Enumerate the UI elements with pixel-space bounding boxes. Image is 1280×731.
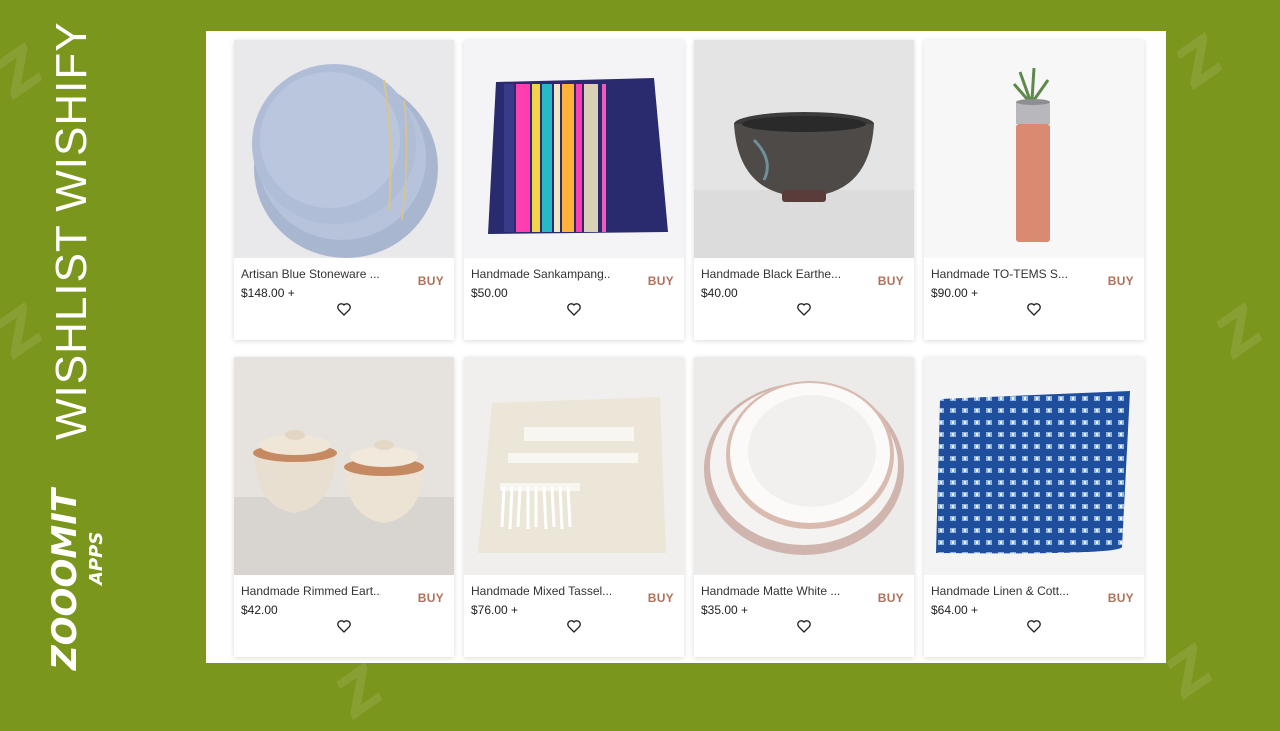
product-grid: Artisan Blue Stoneware ... $148.00 + BUY bbox=[234, 40, 1144, 657]
product-title[interactable]: Handmade Black Earthe... bbox=[701, 267, 841, 281]
buy-button[interactable]: BUY bbox=[1108, 274, 1134, 288]
buy-button[interactable]: BUY bbox=[878, 274, 904, 288]
product-image-tassel-cushion[interactable] bbox=[464, 357, 684, 575]
product-price: $50.00 bbox=[471, 286, 508, 300]
heart-outline-icon[interactable] bbox=[566, 301, 582, 317]
product-price: $42.00 bbox=[241, 603, 278, 617]
product-image-blue-stoneware-plates[interactable] bbox=[234, 40, 454, 258]
product-card[interactable]: Handmade Mixed Tassel... $76.00 + BUY bbox=[464, 357, 684, 657]
product-price: $35.00 + bbox=[701, 603, 749, 617]
product-info: Handmade Mixed Tassel... $76.00 + BUY bbox=[471, 584, 677, 617]
watermark-logo: Z bbox=[1205, 294, 1276, 371]
wishlist-panel: Artisan Blue Stoneware ... $148.00 + BUY bbox=[206, 31, 1166, 663]
product-image-black-earthen-bowl[interactable] bbox=[694, 40, 914, 258]
heart-outline-icon[interactable] bbox=[336, 618, 352, 634]
product-title[interactable]: Handmade Linen & Cott... bbox=[931, 584, 1071, 598]
heart-outline-icon[interactable] bbox=[796, 618, 812, 634]
buy-button[interactable]: BUY bbox=[648, 274, 674, 288]
product-info: Handmade Linen & Cott... $64.00 + BUY bbox=[931, 584, 1137, 617]
product-card[interactable]: Handmade Black Earthe... $40.00 BUY bbox=[694, 40, 914, 340]
product-price: $148.00 + bbox=[241, 286, 295, 300]
product-title[interactable]: Handmade Matte White ... bbox=[701, 584, 841, 598]
product-price: $40.00 bbox=[701, 286, 738, 300]
zooomit-apps-logo: ZOOOMIT APPS bbox=[28, 470, 108, 680]
svg-text:APPS: APPS bbox=[86, 532, 107, 587]
buy-button[interactable]: BUY bbox=[418, 591, 444, 605]
product-card[interactable]: Handmade Linen & Cott... $64.00 + BUY bbox=[924, 357, 1144, 657]
buy-button[interactable]: BUY bbox=[1108, 591, 1134, 605]
product-title[interactable]: Handmade Rimmed Eart... bbox=[241, 584, 381, 598]
product-image-wooden-vase-plant[interactable] bbox=[924, 40, 1144, 258]
product-info: Handmade Black Earthe... $40.00 BUY bbox=[701, 267, 907, 300]
product-card[interactable]: Handmade Matte White ... $35.00 + BUY bbox=[694, 357, 914, 657]
product-title[interactable]: Artisan Blue Stoneware ... bbox=[241, 267, 381, 281]
product-info: Handmade Rimmed Eart... $42.00 BUY bbox=[241, 584, 447, 617]
heart-outline-icon[interactable] bbox=[1026, 301, 1042, 317]
product-price: $90.00 + bbox=[931, 286, 979, 300]
watermark-logo: Z bbox=[325, 654, 396, 731]
product-title[interactable]: Handmade Sankampang... bbox=[471, 267, 611, 281]
buy-button[interactable]: BUY bbox=[878, 591, 904, 605]
product-card[interactable]: Handmade Sankampang... $50.00 BUY bbox=[464, 40, 684, 340]
product-card[interactable]: Handmade TO-TEMS S... $90.00 + BUY bbox=[924, 40, 1144, 340]
svg-text:ZOOOMIT: ZOOOMIT bbox=[45, 486, 85, 671]
product-price: $76.00 + bbox=[471, 603, 519, 617]
product-info: Handmade TO-TEMS S... $90.00 + BUY bbox=[931, 267, 1137, 300]
product-info: Artisan Blue Stoneware ... $148.00 + BUY bbox=[241, 267, 447, 300]
heart-outline-icon[interactable] bbox=[1026, 618, 1042, 634]
banner-title: WISHLIST WISHIFY bbox=[47, 21, 96, 440]
product-title[interactable]: Handmade Mixed Tassel... bbox=[471, 584, 611, 598]
product-price: $64.00 + bbox=[931, 603, 979, 617]
product-title[interactable]: Handmade TO-TEMS S... bbox=[931, 267, 1071, 281]
buy-button[interactable]: BUY bbox=[648, 591, 674, 605]
buy-button[interactable]: BUY bbox=[418, 274, 444, 288]
heart-outline-icon[interactable] bbox=[566, 618, 582, 634]
watermark-logo: Z bbox=[1165, 24, 1236, 101]
product-card[interactable]: Artisan Blue Stoneware ... $148.00 + BUY bbox=[234, 40, 454, 340]
product-info: Handmade Matte White ... $35.00 + BUY bbox=[701, 584, 907, 617]
product-image-matte-white-plates[interactable] bbox=[694, 357, 914, 575]
product-card[interactable]: Handmade Rimmed Eart... $42.00 BUY bbox=[234, 357, 454, 657]
product-image-rimmed-earthen-pots[interactable] bbox=[234, 357, 454, 575]
product-image-striped-cushion[interactable] bbox=[464, 40, 684, 258]
heart-outline-icon[interactable] bbox=[336, 301, 352, 317]
product-image-blue-linen-cushion[interactable] bbox=[924, 357, 1144, 575]
heart-outline-icon[interactable] bbox=[796, 301, 812, 317]
product-info: Handmade Sankampang... $50.00 BUY bbox=[471, 267, 677, 300]
